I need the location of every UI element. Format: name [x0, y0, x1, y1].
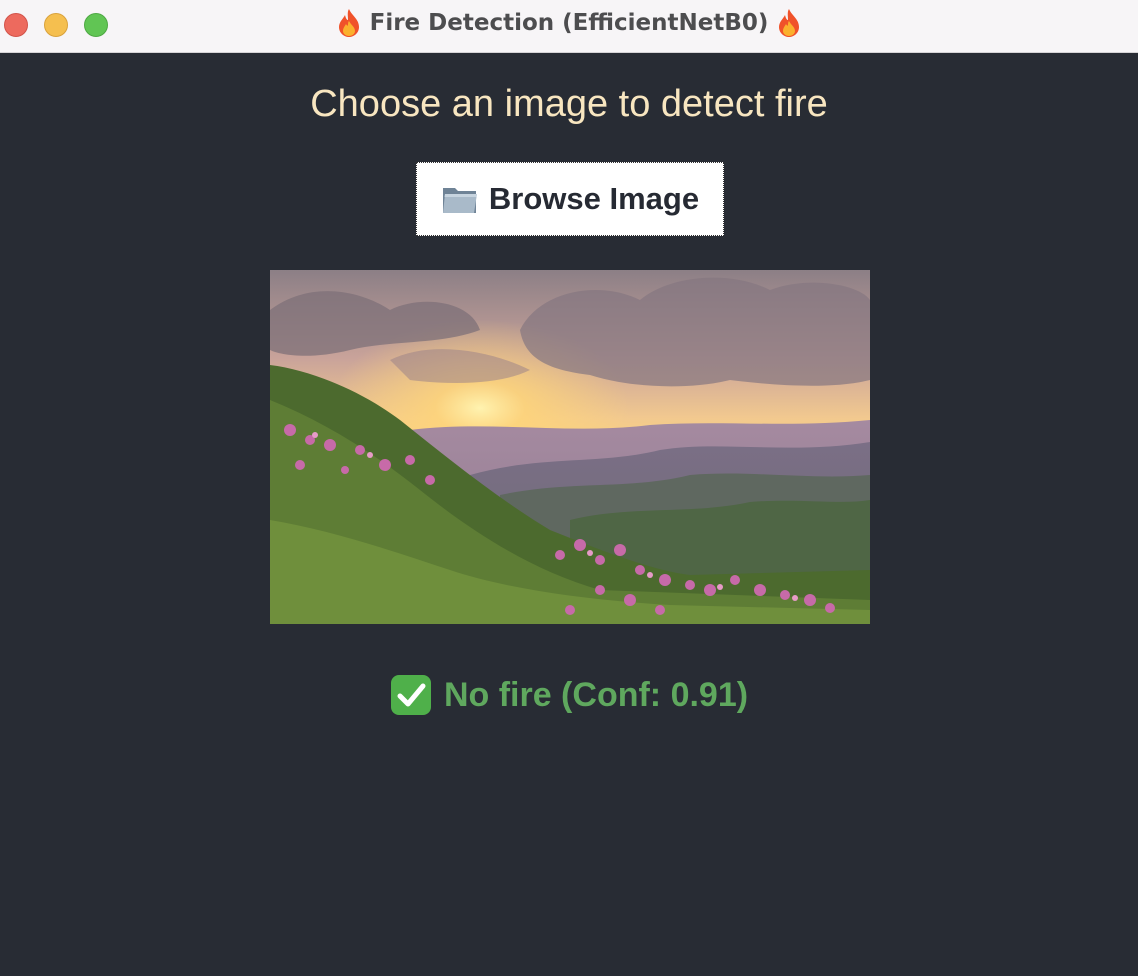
window-titlebar: Fire Detection (EfficientNetB0)	[0, 0, 1138, 53]
browse-image-label: Browse Image	[488, 181, 700, 216]
folder-icon	[442, 188, 477, 213]
preview-image	[270, 270, 870, 624]
browse-image-button[interactable]: Browse Image	[416, 162, 724, 236]
window-title-bar-text: Fire Detection (EfficientNetB0)	[0, 0, 1138, 46]
detection-result: No fire (Conf: 0.91)	[0, 674, 1138, 716]
detection-result-text: No fire (Conf: 0.91)	[443, 675, 749, 714]
fire-icon	[338, 9, 359, 37]
page-heading: Choose an image to detect fire	[310, 83, 828, 125]
window-title: Fire Detection (EfficientNetB0)	[369, 10, 769, 36]
fire-icon	[779, 9, 800, 37]
check-mark-icon	[390, 675, 431, 715]
